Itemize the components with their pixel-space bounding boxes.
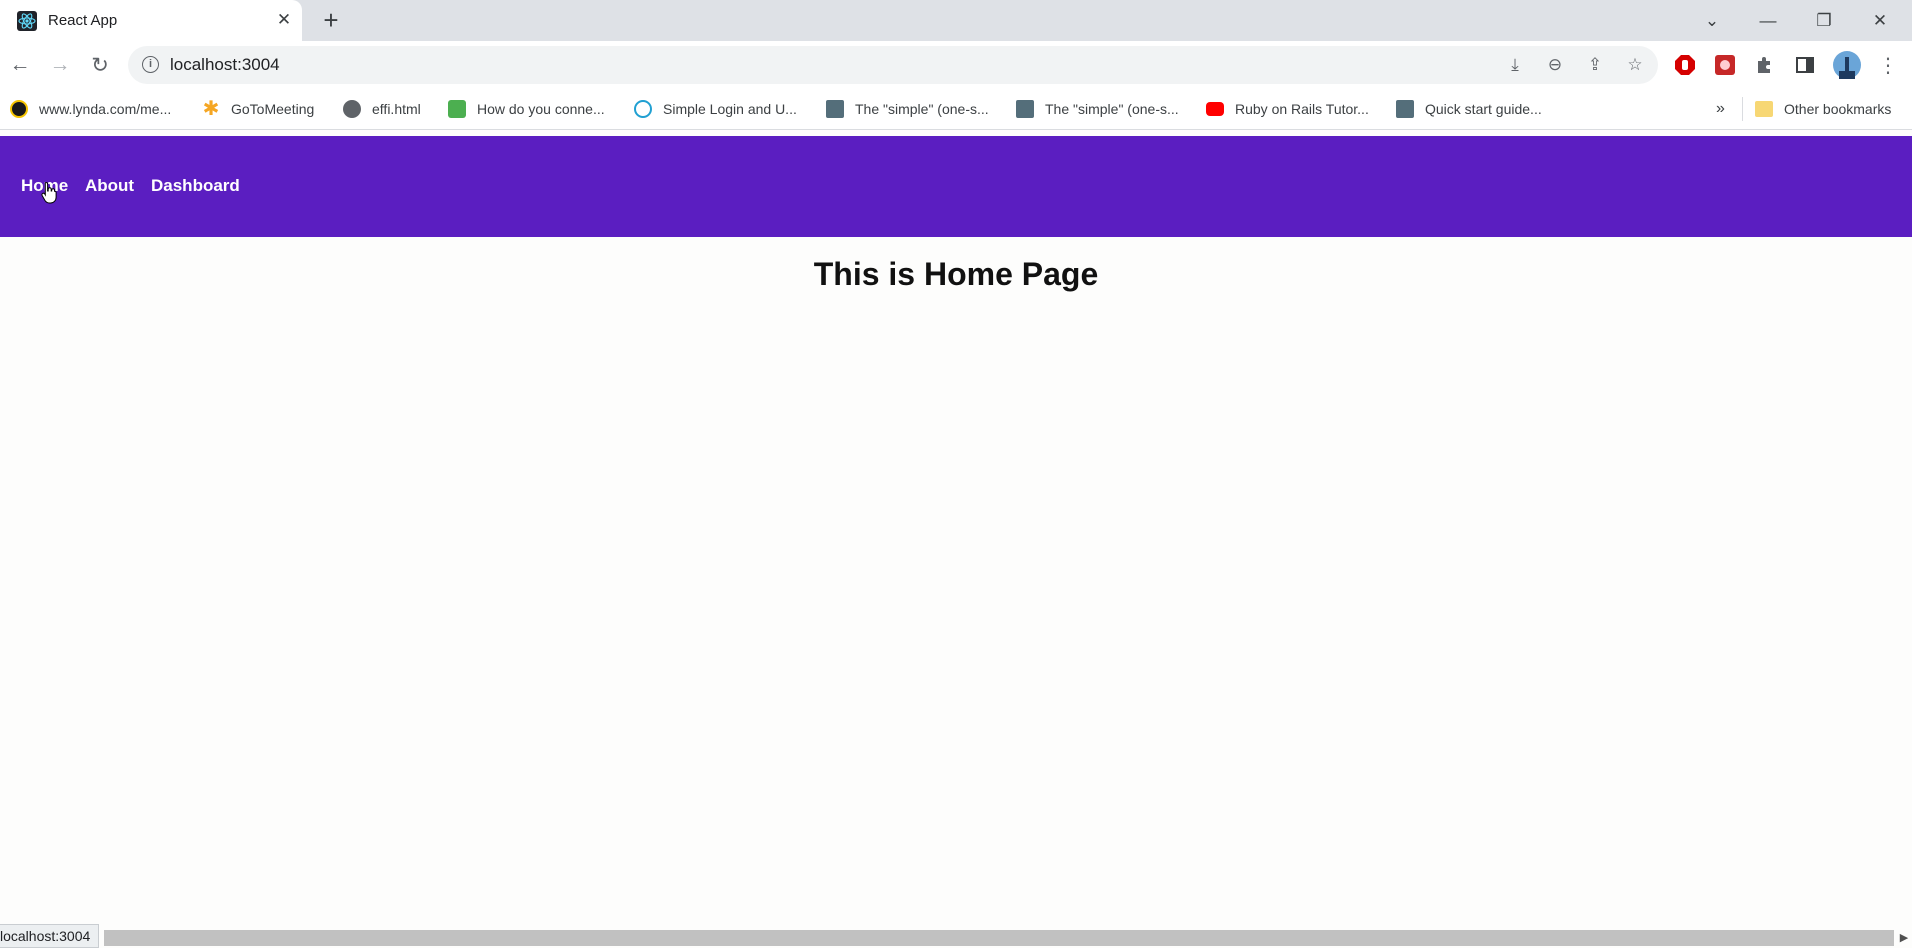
bookmark-label: Quick start guide... [1425, 101, 1542, 117]
browser-menu-icon[interactable]: ⋮ [1874, 51, 1902, 79]
folder-icon [1755, 101, 1773, 117]
extensions-puzzle-icon[interactable] [1752, 52, 1778, 78]
tab-strip: React App ✕ + ⌄ — ❐ ✕ [0, 0, 1912, 41]
docs-icon [1396, 100, 1414, 118]
bookmark-item[interactable]: effi.html [343, 89, 421, 129]
bookmark-label: GoToMeeting [231, 101, 315, 117]
docs-icon [1016, 100, 1034, 118]
bookmark-star-icon[interactable]: ☆ [1622, 52, 1648, 78]
forward-icon[interactable]: → [46, 51, 74, 79]
bookmark-label: effi.html [372, 101, 421, 117]
install-app-icon[interactable]: ⤓ [1502, 52, 1528, 78]
lynda-icon [10, 100, 28, 118]
new-tab-button[interactable]: + [317, 6, 345, 34]
bookmark-item[interactable]: The "simple" (one-s... [1016, 89, 1179, 129]
bookmark-label: How do you conne... [477, 101, 605, 117]
address-bar[interactable]: i localhost:3004 ⤓ ⊖ ⇪ ☆ [128, 46, 1658, 84]
other-bookmarks-folder[interactable]: Other bookmarks [1755, 89, 1891, 129]
site-navbar: Home About Dashboard [0, 136, 1912, 237]
bookmark-item[interactable]: ✱ GoToMeeting [202, 89, 315, 129]
tab-search-icon[interactable]: ⌄ [1684, 0, 1740, 41]
bookmark-item[interactable]: The "simple" (one-s... [826, 89, 989, 129]
site-info-icon[interactable]: i [142, 56, 159, 73]
horizontal-scrollbar-thumb[interactable] [104, 930, 1894, 946]
docs-icon [826, 100, 844, 118]
nav-link-about[interactable]: About [85, 176, 134, 196]
bookmark-label: The "simple" (one-s... [855, 101, 989, 117]
bookmark-label: The "simple" (one-s... [1045, 101, 1179, 117]
address-url[interactable]: localhost:3004 [170, 55, 280, 75]
gotomeeting-icon: ✱ [202, 98, 220, 120]
scroll-right-arrow-icon[interactable]: ▶ [1896, 929, 1912, 947]
globe-icon [343, 100, 361, 118]
tab-react-app[interactable]: React App ✕ [0, 0, 302, 41]
more-bookmarks-button[interactable]: » [1716, 89, 1725, 129]
back-icon[interactable]: ← [6, 51, 34, 79]
screen-capture-extension-icon[interactable] [1712, 52, 1738, 78]
nav-link-dashboard[interactable]: Dashboard [151, 176, 240, 196]
bookmark-item[interactable]: Ruby on Rails Tutor... [1206, 89, 1369, 129]
reload-icon[interactable]: ↻ [86, 51, 114, 79]
bookmarks-bar: www.lynda.com/me... ✱ GoToMeeting effi.h… [0, 89, 1912, 130]
tab-title: React App [48, 12, 118, 29]
browser-toolbar: ← → ↻ i localhost:3004 ⤓ ⊖ ⇪ ☆ ⋮ [0, 41, 1912, 89]
status-bar-url: localhost:3004 [0, 924, 100, 948]
bookmark-item[interactable]: Quick start guide... [1396, 89, 1542, 129]
bookmarks-separator [1742, 97, 1743, 121]
side-panel-icon[interactable] [1792, 52, 1818, 78]
share-icon[interactable]: ⇪ [1582, 52, 1608, 78]
adblock-extension-icon[interactable] [1672, 52, 1698, 78]
react-favicon-icon [17, 11, 37, 31]
page-title: This is Home Page [813, 256, 1099, 292]
wordpress-icon [634, 100, 652, 118]
youtube-icon [1206, 102, 1224, 116]
bookmark-label: Simple Login and U... [663, 101, 797, 117]
profile-avatar[interactable] [1832, 50, 1862, 80]
zoom-icon[interactable]: ⊖ [1542, 52, 1568, 78]
bookmark-item[interactable]: Simple Login and U... [634, 89, 797, 129]
bookmark-item[interactable]: www.lynda.com/me... [10, 89, 171, 129]
minimize-button[interactable]: — [1740, 0, 1796, 41]
cube-icon [448, 100, 466, 118]
hand-cursor-icon [41, 181, 57, 204]
close-window-button[interactable]: ✕ [1852, 0, 1908, 41]
bookmark-item[interactable]: How do you conne... [448, 89, 605, 129]
bookmark-label: Other bookmarks [1784, 101, 1892, 117]
bookmark-label: Ruby on Rails Tutor... [1235, 101, 1369, 117]
restore-button[interactable]: ❐ [1796, 0, 1852, 41]
tab-close-icon[interactable]: ✕ [272, 8, 296, 32]
bookmark-label: www.lynda.com/me... [39, 101, 172, 117]
